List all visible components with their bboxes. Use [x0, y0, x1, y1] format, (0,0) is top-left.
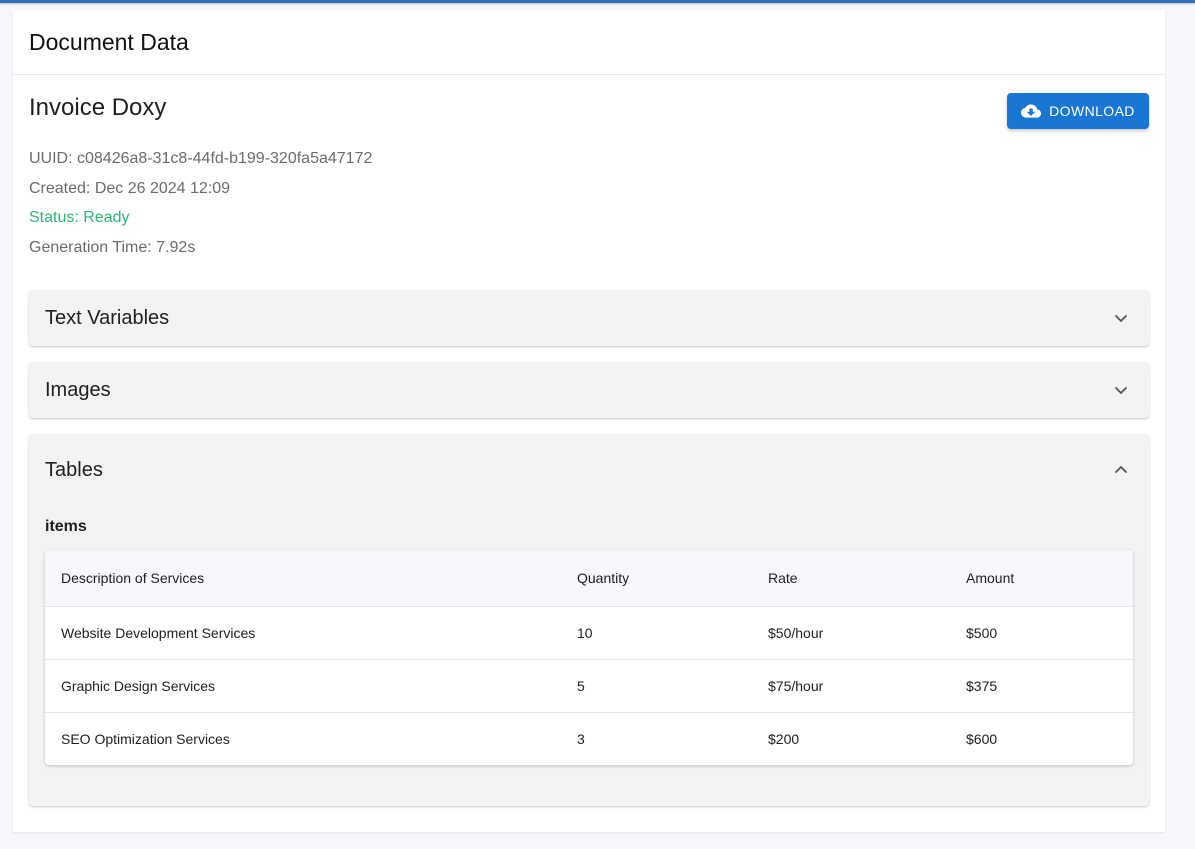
images-header[interactable]: Images	[29, 362, 1149, 418]
tables-title: Tables	[45, 458, 103, 481]
table-cell: 5	[577, 677, 585, 694]
top-accent-bar	[0, 0, 1195, 3]
column-header: Description of Services	[61, 569, 205, 586]
download-button[interactable]: DOWNLOAD	[1007, 93, 1149, 129]
table-cell: Graphic Design Services	[61, 677, 216, 694]
images-title: Images	[45, 378, 111, 401]
images-panel: Images	[29, 362, 1149, 418]
table-cell: Website Development Services	[61, 624, 256, 641]
status-text: Status: Ready	[29, 209, 130, 226]
uuid-text: UUID: c08426a8-31c8-44fd-b199-320fa5a471…	[29, 150, 373, 167]
table-row: SEO Optimization Services 3 $200 $600	[45, 712, 1133, 765]
download-label: DOWNLOAD	[1049, 103, 1135, 119]
table-cell: $500	[966, 624, 998, 641]
table-row: Website Development Services 10 $50/hour…	[45, 606, 1133, 659]
tables-panel: Tables items Description of Services Qua…	[29, 434, 1149, 806]
text-variables-header[interactable]: Text Variables	[29, 290, 1149, 346]
table-name: items	[45, 518, 87, 535]
table-cell: $75/hour	[768, 677, 824, 694]
text-variables-title: Text Variables	[45, 306, 170, 329]
generation-time-text: Generation Time: 7.92s	[29, 238, 196, 256]
column-header: Rate	[768, 569, 798, 586]
page-title: Document Data	[29, 28, 189, 55]
table-row: Graphic Design Services 5 $75/hour $375	[45, 659, 1133, 712]
column-header: Amount	[966, 569, 1015, 586]
document-data-card: Document Data Invoice Doxy DOWNLOAD UUID…	[13, 10, 1165, 832]
document-name: Invoice Doxy	[29, 94, 167, 121]
text-variables-panel: Text Variables	[29, 290, 1149, 346]
table-cell: $600	[966, 730, 998, 747]
table-cell: $200	[768, 730, 800, 747]
created-text: Created: Dec 26 2024 12:09	[29, 179, 231, 197]
table-header-row: Description of Services Quantity Rate Am…	[45, 550, 1133, 606]
table-cell: $375	[966, 677, 998, 694]
document-meta: UUID: c08426a8-31c8-44fd-b199-320fa5a471…	[29, 148, 372, 266]
cloud-download-icon	[1021, 104, 1042, 118]
column-header: Quantity	[577, 569, 630, 586]
chevron-down-icon[interactable]	[1109, 306, 1133, 330]
card-header: Document Data	[13, 10, 1165, 75]
chevron-down-icon[interactable]	[1109, 378, 1133, 402]
table-cell: 3	[577, 730, 585, 747]
chevron-up-icon[interactable]	[1109, 458, 1133, 482]
table-cell: $50/hour	[768, 624, 824, 641]
table-cell: SEO Optimization Services	[61, 730, 230, 747]
tables-header[interactable]: Tables	[29, 434, 1149, 506]
table-cell: 10	[577, 624, 593, 641]
items-table: Description of Services Quantity Rate Am…	[45, 550, 1133, 765]
